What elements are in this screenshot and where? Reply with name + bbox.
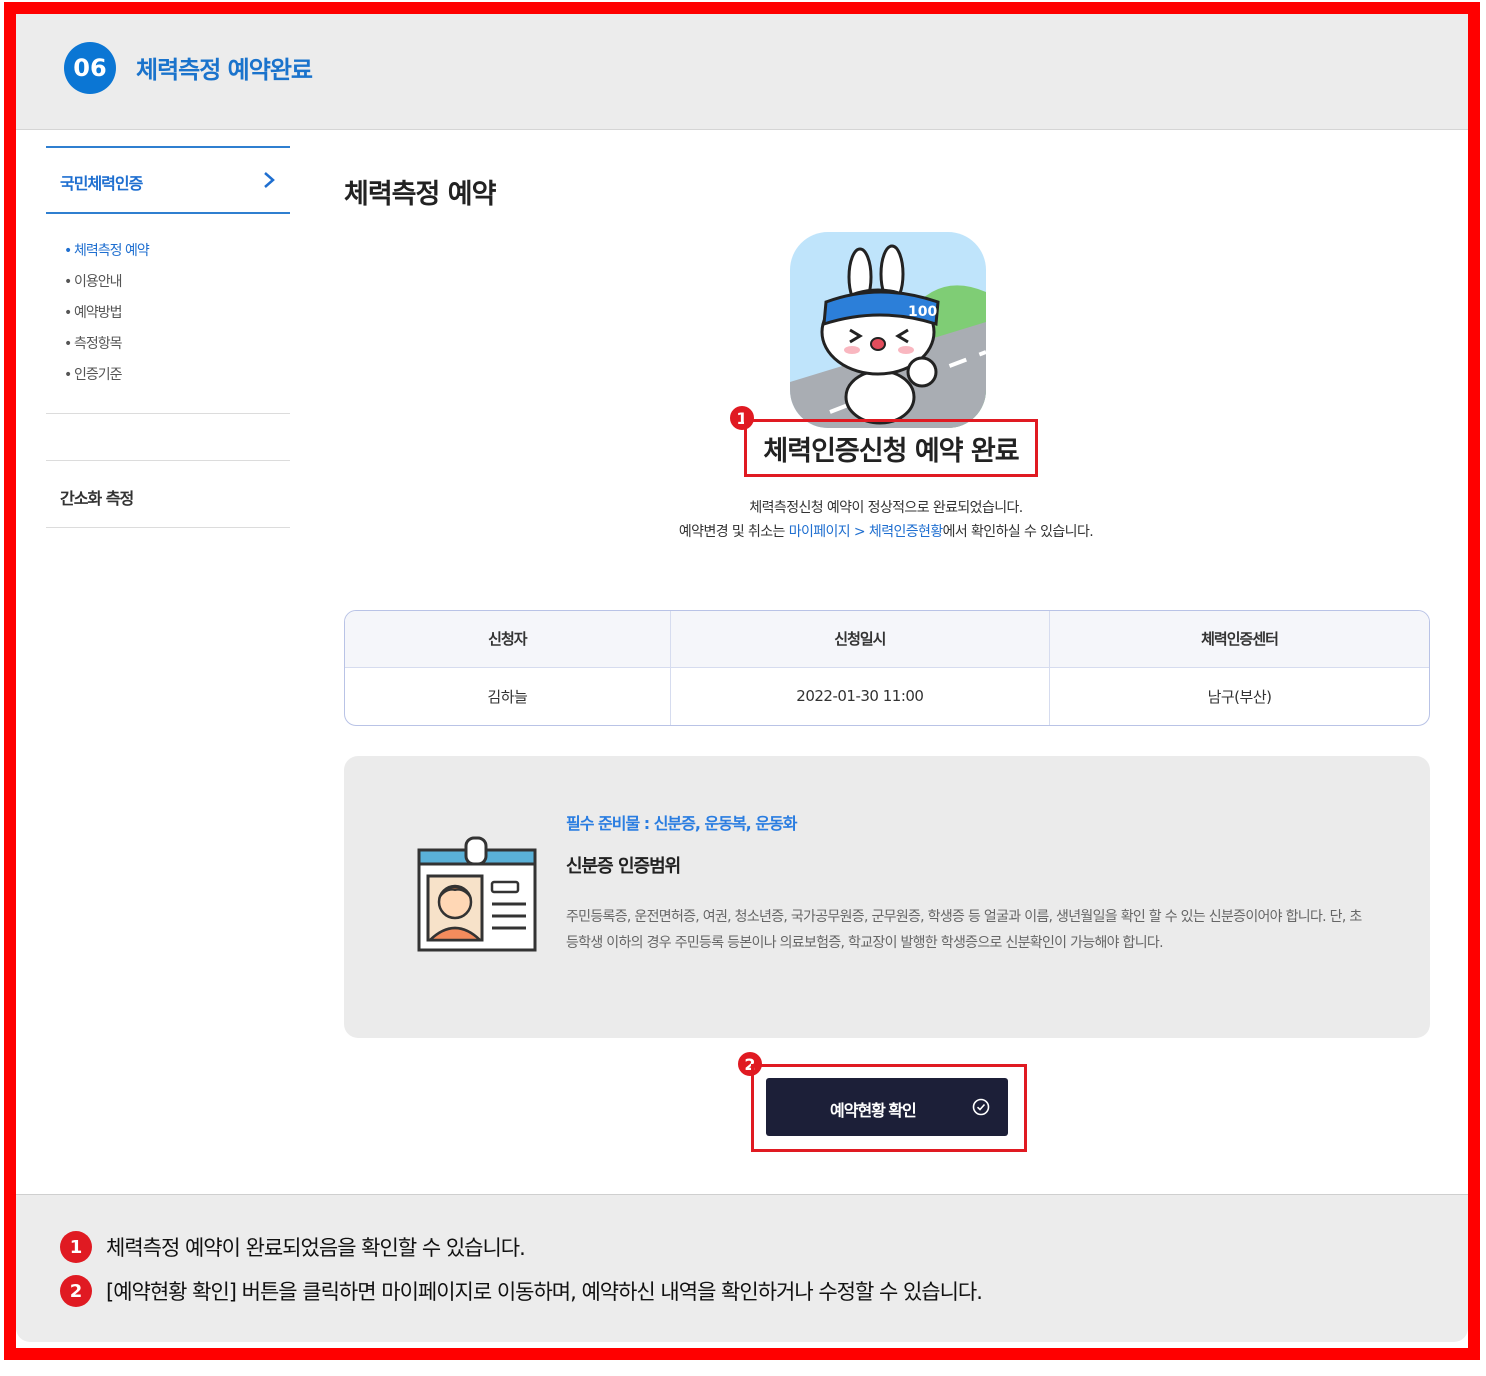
completion-description: 체력측정신청 예약이 정상적으로 완료되었습니다. 예약변경 및 취소는 마이페…	[516, 496, 1256, 544]
step-header: 06 체력측정 예약완료	[16, 14, 1468, 130]
column-header: 체력인증센터	[1049, 611, 1429, 668]
mypage-link[interactable]: 마이페이지 > 체력인증현황	[789, 524, 944, 540]
note-number-badge: 1	[60, 1231, 92, 1263]
check-circle-icon	[972, 1098, 990, 1116]
notes-section: 1 체력측정 예약이 완료되었음을 확인할 수 있습니다. 2 [예약현황 확인…	[16, 1194, 1468, 1342]
note-text: [예약현황 확인] 버튼을 클릭하면 마이페이지로 이동하며, 예약하신 내역을…	[106, 1280, 983, 1304]
completion-line-1: 체력측정신청 예약이 정상적으로 완료되었습니다.	[749, 500, 1023, 516]
sidebar-subitem-reservation[interactable]: • 체력측정 예약	[64, 240, 290, 271]
note-number-badge: 2	[60, 1275, 92, 1307]
sidebar-subitem-certification-criteria[interactable]: • 인증기준	[64, 364, 290, 395]
svg-text:100: 100	[908, 304, 937, 320]
id-scope-title: 신분증 인증범위	[566, 856, 681, 877]
sidebar-item-label: 국민체력인증	[60, 174, 143, 193]
table-header-row: 신청자 신청일시 체력인증센터	[345, 611, 1429, 668]
button-label: 예약현황 확인	[830, 1103, 917, 1120]
completion-line-2: 예약변경 및 취소는 마이페이지 > 체력인증현황에서 확인하실 수 있습니다.	[678, 524, 1094, 540]
chevron-right-icon	[264, 172, 275, 188]
note-item: 2 [예약현황 확인] 버튼을 클릭하면 마이페이지로 이동하며, 예약하신 내…	[60, 1275, 983, 1307]
note-text: 체력측정 예약이 완료되었음을 확인할 수 있습니다.	[106, 1236, 526, 1260]
column-header: 신청일시	[669, 611, 1050, 668]
sidebar-item-label: 간소화 측정	[60, 489, 134, 508]
note-item: 1 체력측정 예약이 완료되었음을 확인할 수 있습니다.	[60, 1231, 526, 1263]
step-title: 체력측정 예약완료	[136, 56, 313, 84]
preparation-box: 필수 준비물 : 신분증, 운동복, 운동화 신분증 인증범위 주민등록증, 운…	[344, 756, 1430, 1038]
page-title: 체력측정 예약	[344, 179, 496, 210]
required-items: 필수 준비물 : 신분증, 운동복, 운동화	[566, 814, 797, 833]
completion-title: 체력인증신청 예약 완료	[763, 435, 1019, 467]
id-scope-description: 주민등록증, 운전면허증, 여권, 청소년증, 국가공무원증, 군무원증, 학생…	[566, 909, 1362, 951]
sidebar-item-national-fitness[interactable]: 국민체력인증	[46, 146, 290, 214]
column-header: 신청자	[345, 611, 671, 668]
step-number-badge: 06	[64, 42, 116, 94]
sidebar-subitem-measurement-items[interactable]: • 측정항목	[64, 333, 290, 364]
guide-frame: 06 체력측정 예약완료 국민체력인증 • 체력측정 예약 • 이용안내 • 예약방법…	[4, 2, 1480, 1360]
sidebar-subitem-reservation-method[interactable]: • 예약방법	[64, 302, 290, 333]
center-cell: 남구(부산)	[1049, 667, 1429, 725]
applicant-cell: 김하늘	[487, 687, 528, 706]
sidebar-submenu: • 체력측정 예약 • 이용안내 • 예약방법 • 측정항목 • 인증기준	[46, 214, 290, 414]
datetime-cell: 2022-01-30 11:00	[669, 667, 1050, 725]
reservation-status-button[interactable]: 예약현황 확인	[766, 1078, 1008, 1136]
table-row: 김하늘 2022-01-30 11:00 남구(부산)	[345, 667, 1429, 725]
sidebar-item-simplified-measurement[interactable]: 간소화 측정	[46, 460, 290, 528]
sidebar-subitem-usage-guide[interactable]: • 이용안내	[64, 271, 290, 302]
reservation-info-table: 신청자 신청일시 체력인증센터 김하늘 2022-01-30 11:00 남구(…	[344, 610, 1430, 726]
sidebar: 국민체력인증 • 체력측정 예약 • 이용안내 • 예약방법 • 측정항목 • 인증기준 …	[46, 146, 290, 528]
running-rabbit-mascot-icon: 100	[790, 232, 986, 428]
id-card-icon	[417, 836, 537, 952]
